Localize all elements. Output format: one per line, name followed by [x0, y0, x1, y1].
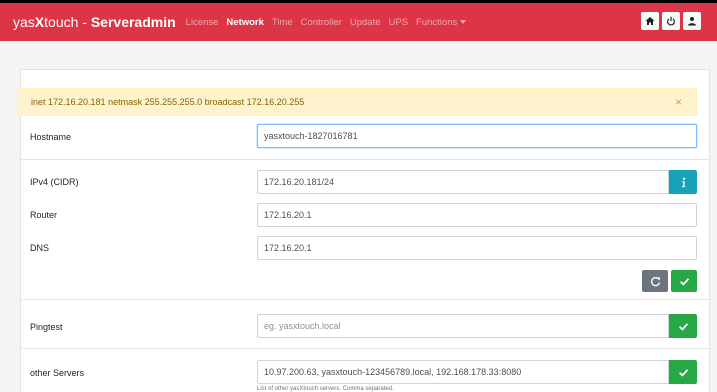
divider: [20, 159, 710, 160]
servers-value: 10.97.200.63, yasxtouch-123456789.local,…: [264, 367, 522, 377]
save-network-button[interactable]: [671, 270, 697, 292]
brand[interactable]: yasXtouch - Serveradmin: [13, 14, 176, 30]
functions-label: Functions: [416, 16, 458, 28]
router-input[interactable]: 172.16.20.1: [257, 203, 697, 227]
nav-link-network[interactable]: Network: [226, 17, 263, 28]
network-info-alert: inet 172.16.20.181 netmask 255.255.255.0…: [17, 88, 697, 116]
reload-button[interactable]: [642, 270, 668, 292]
user-icon: [688, 17, 696, 26]
dns-input[interactable]: 172.16.20.1: [257, 236, 697, 260]
pingtest-label: Pingtest: [30, 322, 63, 332]
power-button[interactable]: [662, 12, 680, 30]
chevron-down-icon: [460, 19, 467, 24]
home-icon: [645, 17, 655, 25]
ipv4-info-button[interactable]: [669, 170, 697, 194]
servers-input[interactable]: 10.97.200.63, yasxtouch-123456789.local,…: [257, 360, 669, 384]
ipv4-label: IPv4 (CIDR): [30, 177, 79, 187]
alert-text: inet 172.16.20.181 netmask 255.255.255.0…: [31, 97, 305, 107]
power-icon: [667, 16, 675, 26]
user-button[interactable]: [683, 12, 701, 30]
ipv4-input[interactable]: 172.16.20.181/24: [257, 170, 669, 194]
nav-link-controller[interactable]: Controller: [301, 17, 342, 28]
hostname-label: Hostname: [30, 132, 72, 142]
hostname-input[interactable]: yasxtouch-1827016781: [257, 124, 697, 148]
hostname-value: yasxtouch-1827016781: [264, 131, 358, 141]
home-button[interactable]: [641, 12, 659, 30]
check-icon: [679, 277, 689, 286]
nav-link-functions[interactable]: Functions: [416, 16, 467, 28]
check-icon: [678, 368, 688, 377]
servers-label: other Servers: [30, 368, 85, 378]
divider: [20, 299, 710, 300]
ipv4-value: 172.16.20.181/24: [264, 177, 335, 187]
check-icon: [678, 322, 688, 331]
router-label: Router: [30, 210, 58, 220]
brand-app-name: Serveradmin: [90, 14, 176, 30]
info-icon: [681, 177, 685, 187]
dns-label: DNS: [30, 243, 50, 253]
nav-link-update[interactable]: Update: [350, 17, 381, 28]
router-value: 172.16.20.1: [264, 210, 312, 220]
dns-value: 172.16.20.1: [264, 243, 312, 253]
nav-link-license[interactable]: License: [186, 17, 219, 28]
brand-x: X: [34, 14, 45, 30]
close-icon[interactable]: ×: [675, 95, 682, 109]
brand-prefix: yas: [13, 14, 35, 30]
nav-link-ups[interactable]: UPS: [389, 17, 409, 28]
servers-help-text: List of other yasXtouch servers. Comma s…: [257, 386, 394, 392]
navbar-actions: [641, 12, 701, 30]
nav-link-time[interactable]: Time: [272, 17, 293, 28]
pingtest-placeholder: eg. yasxtouch.local: [264, 321, 341, 331]
network-settings-card: [20, 69, 710, 392]
pingtest-button[interactable]: [669, 314, 697, 338]
refresh-icon: [650, 276, 660, 286]
servers-save-button[interactable]: [669, 360, 697, 384]
brand-suffix: touch -: [44, 14, 91, 30]
pingtest-input[interactable]: eg. yasxtouch.local: [257, 314, 669, 338]
divider: [20, 348, 710, 349]
top-navbar: yasXtouch - Serveradmin License Network …: [0, 3, 717, 41]
